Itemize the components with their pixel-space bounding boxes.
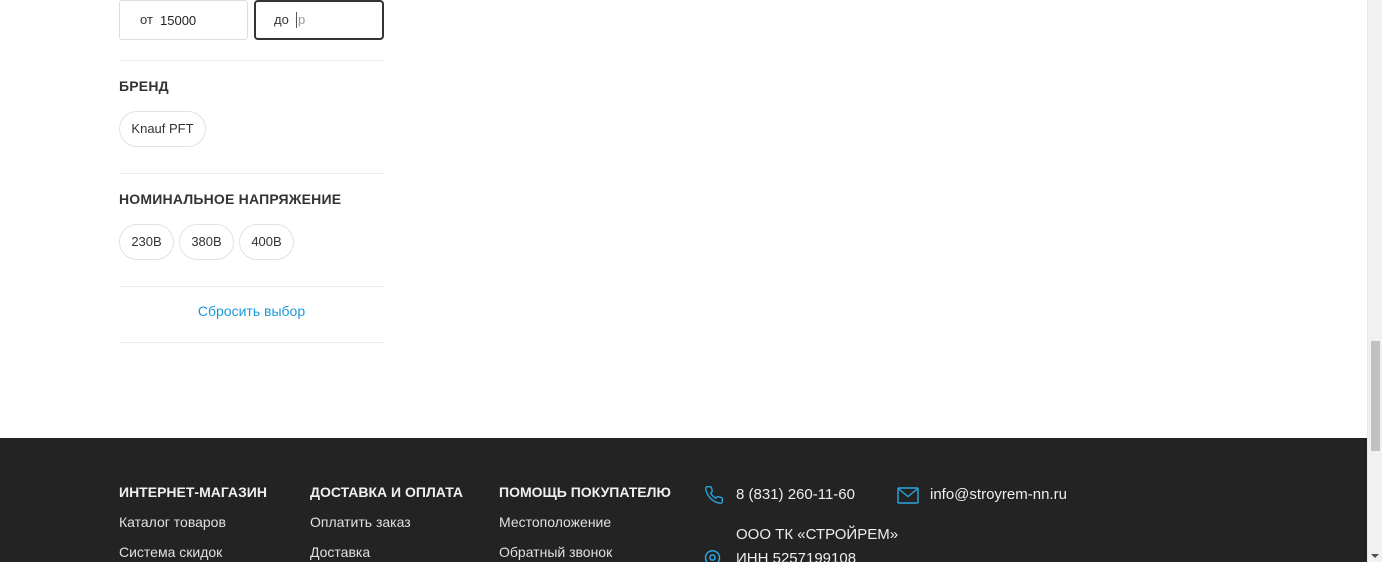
footer-column-delivery: ДОСТАВКА И ОПЛАТА Оплатить заказ Доставк… (310, 484, 463, 562)
price-to-prefix: до (274, 12, 289, 27)
price-range: от 15000 до р (119, 0, 384, 40)
company-name: ООО ТК «СТРОЙРЕМ» (736, 526, 899, 543)
location-pin-icon (704, 549, 721, 562)
footer-heading-delivery: ДОСТАВКА И ОПЛАТА (310, 484, 463, 500)
footer-link-discounts[interactable]: Система скидок (119, 544, 267, 562)
voltage-filter-title: НОМИНАЛЬНОЕ НАПРЯЖЕНИЕ (119, 191, 342, 207)
footer-email[interactable]: info@stroyrem-nn.ru (930, 486, 1067, 503)
brand-filter-title: БРЕНД (119, 78, 169, 94)
footer-link-pay-order[interactable]: Оплатить заказ (310, 514, 463, 532)
voltage-chip-230[interactable]: 230В (119, 224, 174, 260)
price-to-input[interactable]: до р (254, 0, 384, 40)
voltage-chip-380[interactable]: 380В (179, 224, 234, 260)
footer: ИНТЕРНЕТ-МАГАЗИН Каталог товаров Система… (0, 438, 1367, 562)
price-from-input[interactable]: от 15000 (119, 0, 248, 40)
divider (119, 60, 384, 61)
mail-icon (897, 487, 919, 509)
footer-link-callback[interactable]: Обратный звонок (499, 544, 671, 562)
footer-heading-help: ПОМОЩЬ ПОКУПАТЕЛЮ (499, 484, 671, 500)
scrollbar-thumb[interactable] (1371, 341, 1380, 451)
vertical-scrollbar[interactable] (1367, 0, 1382, 562)
page: от 15000 до р БРЕНД Knauf PFT НОМИНАЛЬНО… (0, 0, 1367, 562)
price-from-value: 15000 (160, 13, 197, 28)
phone-icon (704, 485, 724, 510)
voltage-chip-400[interactable]: 400В (239, 224, 294, 260)
footer-column-shop: ИНТЕРНЕТ-МАГАЗИН Каталог товаров Система… (119, 484, 267, 562)
footer-heading-shop: ИНТЕРНЕТ-МАГАЗИН (119, 484, 267, 500)
reset-filters-link[interactable]: Сбросить выбор (119, 303, 384, 319)
text-caret (296, 12, 297, 28)
company-inn: ИНН 5257199108 (736, 550, 857, 562)
footer-link-delivery[interactable]: Доставка (310, 544, 463, 562)
footer-link-catalog[interactable]: Каталог товаров (119, 514, 267, 532)
price-from-prefix: от (140, 12, 153, 27)
divider (119, 342, 384, 343)
footer-link-location[interactable]: Местоположение (499, 514, 671, 532)
scroll-down-arrow-icon[interactable] (1371, 554, 1379, 558)
price-to-placeholder: р (298, 12, 306, 27)
divider (119, 286, 384, 287)
footer-column-help: ПОМОЩЬ ПОКУПАТЕЛЮ Местоположение Обратны… (499, 484, 671, 562)
divider (119, 173, 384, 174)
footer-phone[interactable]: 8 (831) 260-11-60 (736, 486, 855, 503)
brand-chip-knauf-pft[interactable]: Knauf PFT (119, 111, 206, 147)
